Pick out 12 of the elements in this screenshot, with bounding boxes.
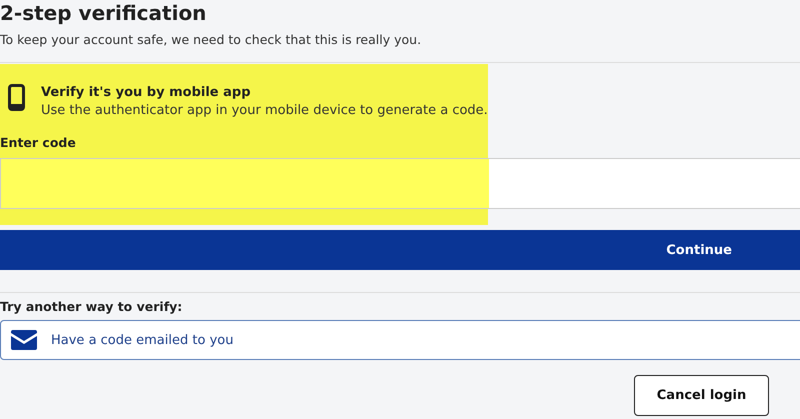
- page-title: 2-step verification: [0, 0, 208, 25]
- option-button[interactable]: Have a code emailed to you: [0, 320, 800, 360]
- section-heading: Try another way to verify:: [0, 299, 184, 315]
- phone-icon: [8, 84, 25, 111]
- page-subtitle: To keep your account safe, we need to check that this is really you.: [0, 31, 422, 49]
- cancel-button[interactable]: Cancel login: [634, 375, 769, 416]
- envelope-icon: [11, 330, 37, 350]
- method-title: Verify it's you by mobile app: [41, 84, 252, 102]
- field-label: Enter code: [0, 134, 77, 152]
- code-input-field[interactable]: [0, 158, 800, 209]
- continue-button[interactable]: Continue: [0, 230, 800, 270]
- method-description: Use the authenticator app in your mobile device to generate a code.: [41, 102, 488, 120]
